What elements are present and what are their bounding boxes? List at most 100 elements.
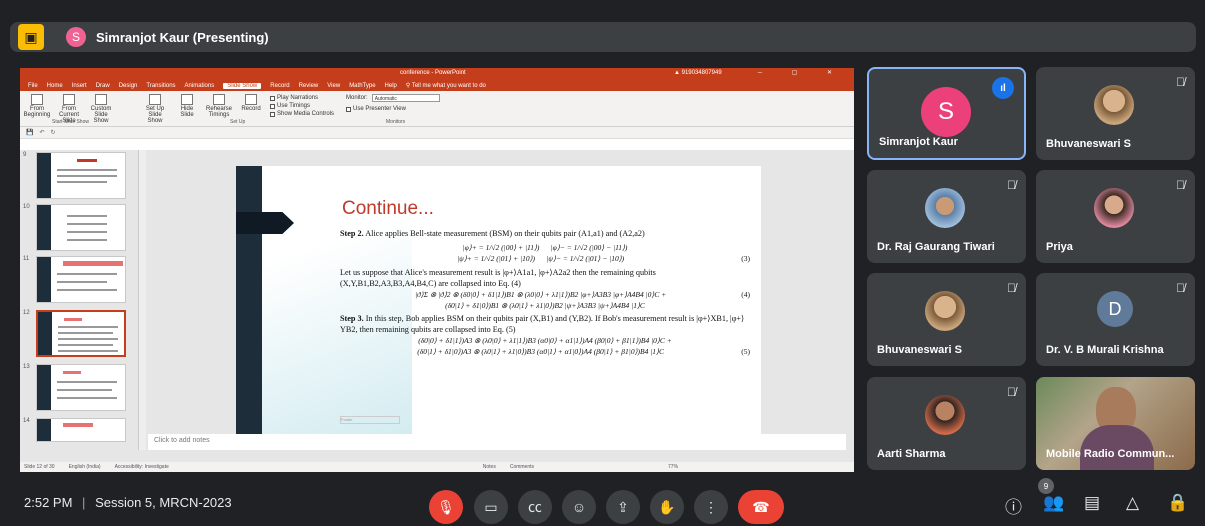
notes-pane[interactable]: Click to add notes (148, 434, 846, 450)
play-narrations-check[interactable]: Play Narrations (270, 94, 334, 102)
stop-presenting-icon[interactable]: ▣ (18, 24, 44, 50)
from-beginning-button[interactable]: From Beginning (24, 94, 50, 124)
slide-thumb-14[interactable] (36, 418, 126, 442)
raise-hand-icon[interactable]: ✋ (650, 490, 684, 524)
menu-draw[interactable]: Draw (96, 83, 110, 89)
equation-5-line2: (δ0|1⟩ + δ1|0⟩)A3 ⊗ (λ0|1⟩ + λ1|0⟩)B3 (α… (417, 347, 750, 356)
undo-icon[interactable]: ↶ (39, 129, 44, 136)
participant-name: Mobile Radio Commun... (1046, 448, 1175, 460)
menu-home[interactable]: Home (47, 83, 63, 89)
participant-name: Bhuvaneswari S (877, 344, 962, 356)
thumb-number: 9 (23, 152, 27, 158)
mic-off-icon: 🎙̸ (1007, 385, 1016, 399)
participant-video-tile[interactable]: Mobile Radio Commun... (1036, 377, 1195, 470)
presenter-view-check[interactable]: Use Presenter View (346, 105, 440, 113)
slide-thumb-13[interactable] (36, 364, 126, 411)
thumb-number: 10 (23, 204, 30, 210)
chat-icon[interactable]: ▤ (1084, 493, 1100, 513)
participant-name: Aarti Sharma (877, 448, 946, 460)
menu-slideshow[interactable]: Slide Show (223, 82, 262, 89)
custom-show-button[interactable]: Custom Slide Show (88, 94, 114, 124)
people-icon[interactable]: 👥 (1043, 493, 1064, 513)
step2-paragraph: Step 2. Alice applies Bell-state measure… (340, 229, 645, 238)
menu-mathtype[interactable]: MathType (349, 83, 375, 89)
step3-paragraph: Step 3. In this step, Bob applies BSM on… (340, 314, 745, 334)
group-label-start: Start Slide Show (52, 119, 89, 125)
participant-name: Dr. Raj Gaurang Tiwari (877, 241, 995, 253)
bell-states-2: |ψ⟩+ = 1/√2 (|01⟩ + |10⟩) |ψ⟩− = 1/√2 (|… (457, 254, 750, 263)
menu-insert[interactable]: Insert (72, 83, 87, 89)
camera-icon[interactable]: ▭ (474, 490, 508, 524)
bell-states: |φ⟩+ = 1/√2 (|00⟩ + |11⟩) |φ⟩− = 1/√2 (|… (462, 243, 628, 252)
participant-name: Priya (1046, 241, 1073, 253)
menu-view[interactable]: View (327, 83, 340, 89)
activities-icon[interactable]: △ (1126, 493, 1139, 513)
slide-count: Slide 12 of 30 (24, 464, 55, 470)
accessibility[interactable]: Accessibility: Investigate (115, 464, 169, 470)
menu-review[interactable]: Review (299, 83, 319, 89)
zoom-level[interactable]: 77% (668, 464, 678, 470)
suppose-paragraph: Let us suppose that Alice's measurement … (340, 268, 656, 288)
slide-thumb-9[interactable] (36, 152, 126, 199)
slide-tag (236, 212, 294, 234)
emoji-icon[interactable]: ☺ (562, 490, 596, 524)
captions-icon[interactable]: ㏄ (518, 490, 552, 524)
comments-toggle[interactable]: Comments (510, 464, 534, 470)
save-icon[interactable]: 💾 (26, 129, 33, 136)
menu-file[interactable]: File (28, 83, 38, 89)
window-controls[interactable]: ─ ▢ ✕ (758, 69, 846, 76)
more-options-icon[interactable]: ⋮ (694, 490, 728, 524)
participant-tile[interactable]: D 🎙̸ Dr. V. B Murali Krishna (1036, 273, 1195, 366)
show-media-check[interactable]: Show Media Controls (270, 110, 334, 118)
quick-access-toolbar: 💾 ↶ ↻ (20, 127, 854, 139)
participant-name: Dr. V. B Murali Krishna (1046, 344, 1164, 356)
menu-animations[interactable]: Animations (185, 83, 215, 89)
thumb-number: 11 (23, 256, 30, 262)
redo-icon[interactable]: ↻ (51, 129, 56, 136)
thumbnails-scrollbar[interactable] (138, 150, 146, 450)
slide-body: Step 2. Alice applies Bell-state measure… (340, 228, 750, 357)
slide-footer: Footer (340, 416, 400, 424)
slide-thumb-12-selected[interactable] (36, 310, 126, 357)
setup-show-button[interactable]: Set Up Slide Show (142, 94, 168, 124)
slide-thumb-11[interactable] (36, 256, 126, 303)
mic-off-icon: 🎙̸ (1176, 75, 1185, 89)
shared-screen: conference - PowerPoint ▲ 919034807949 ─… (20, 68, 854, 472)
ppt-ribbon: From Beginning From Current Slide Custom… (20, 91, 854, 127)
equation-5-line1: (δ0|0⟩ + δ1|1⟩)A3 ⊗ (λ0|0⟩ + λ1|1⟩)B3 (α… (418, 336, 672, 345)
avatar (1094, 85, 1134, 125)
notes-toggle[interactable]: Notes (483, 464, 496, 470)
participant-tile[interactable]: 🎙̸ Priya (1036, 170, 1195, 263)
leave-call-icon[interactable]: ☎ (738, 490, 784, 524)
menu-record[interactable]: Record (270, 83, 289, 89)
info-icon[interactable]: ⓘ (1005, 493, 1022, 518)
rehearse-button[interactable]: Rehearse Timings (206, 94, 232, 124)
monitor-select[interactable]: Monitor: Automatic (346, 94, 440, 102)
participant-tile[interactable]: 🎙̸ Bhuvaneswari S (867, 273, 1026, 366)
separator: | (82, 495, 86, 510)
avatar: S (921, 87, 971, 137)
tell-me-search[interactable]: ⚲ Tell me what you want to do (406, 82, 486, 89)
slide-thumb-10[interactable] (36, 204, 126, 251)
present-icon[interactable]: ⇪ (606, 490, 640, 524)
mic-off-icon[interactable]: 🎙 (429, 490, 463, 524)
clock: 2:52 PM (24, 495, 73, 510)
host-controls-icon[interactable]: 🔒 (1167, 493, 1188, 513)
thumb-number: 14 (23, 418, 30, 424)
menu-help[interactable]: Help (385, 83, 397, 89)
use-timings-check[interactable]: Use Timings (270, 102, 334, 110)
equation-4-line1: |ϑ⟩Σ ⊗ |ϑ⟩2 ⊗ (δ0|0⟩ + δ1|1⟩)B1 ⊗ (λ0|0⟩… (414, 290, 750, 299)
presenting-bar: ▣ S Simranjot Kaur (Presenting) (10, 22, 1196, 52)
avatar: D (1097, 291, 1133, 327)
participant-tile[interactable]: 🎙̸ Dr. Raj Gaurang Tiwari (867, 170, 1026, 263)
participant-name: Bhuvaneswari S (1046, 138, 1131, 150)
presenter-label: Simranjot Kaur (Presenting) (96, 29, 269, 45)
participant-tile[interactable]: 🎙̸ Aarti Sharma (867, 377, 1026, 470)
avatar (1094, 188, 1134, 228)
ribbon-group-monitors: Monitor: Automatic Use Presenter View (346, 94, 440, 113)
participant-tile[interactable]: S ıl Simranjot Kaur (867, 67, 1026, 160)
menu-transitions[interactable]: Transitions (146, 83, 175, 89)
participant-tile[interactable]: 🎙̸ Bhuvaneswari S (1036, 67, 1195, 160)
hide-slide-button[interactable]: Hide Slide (174, 94, 200, 124)
menu-design[interactable]: Design (119, 83, 138, 89)
